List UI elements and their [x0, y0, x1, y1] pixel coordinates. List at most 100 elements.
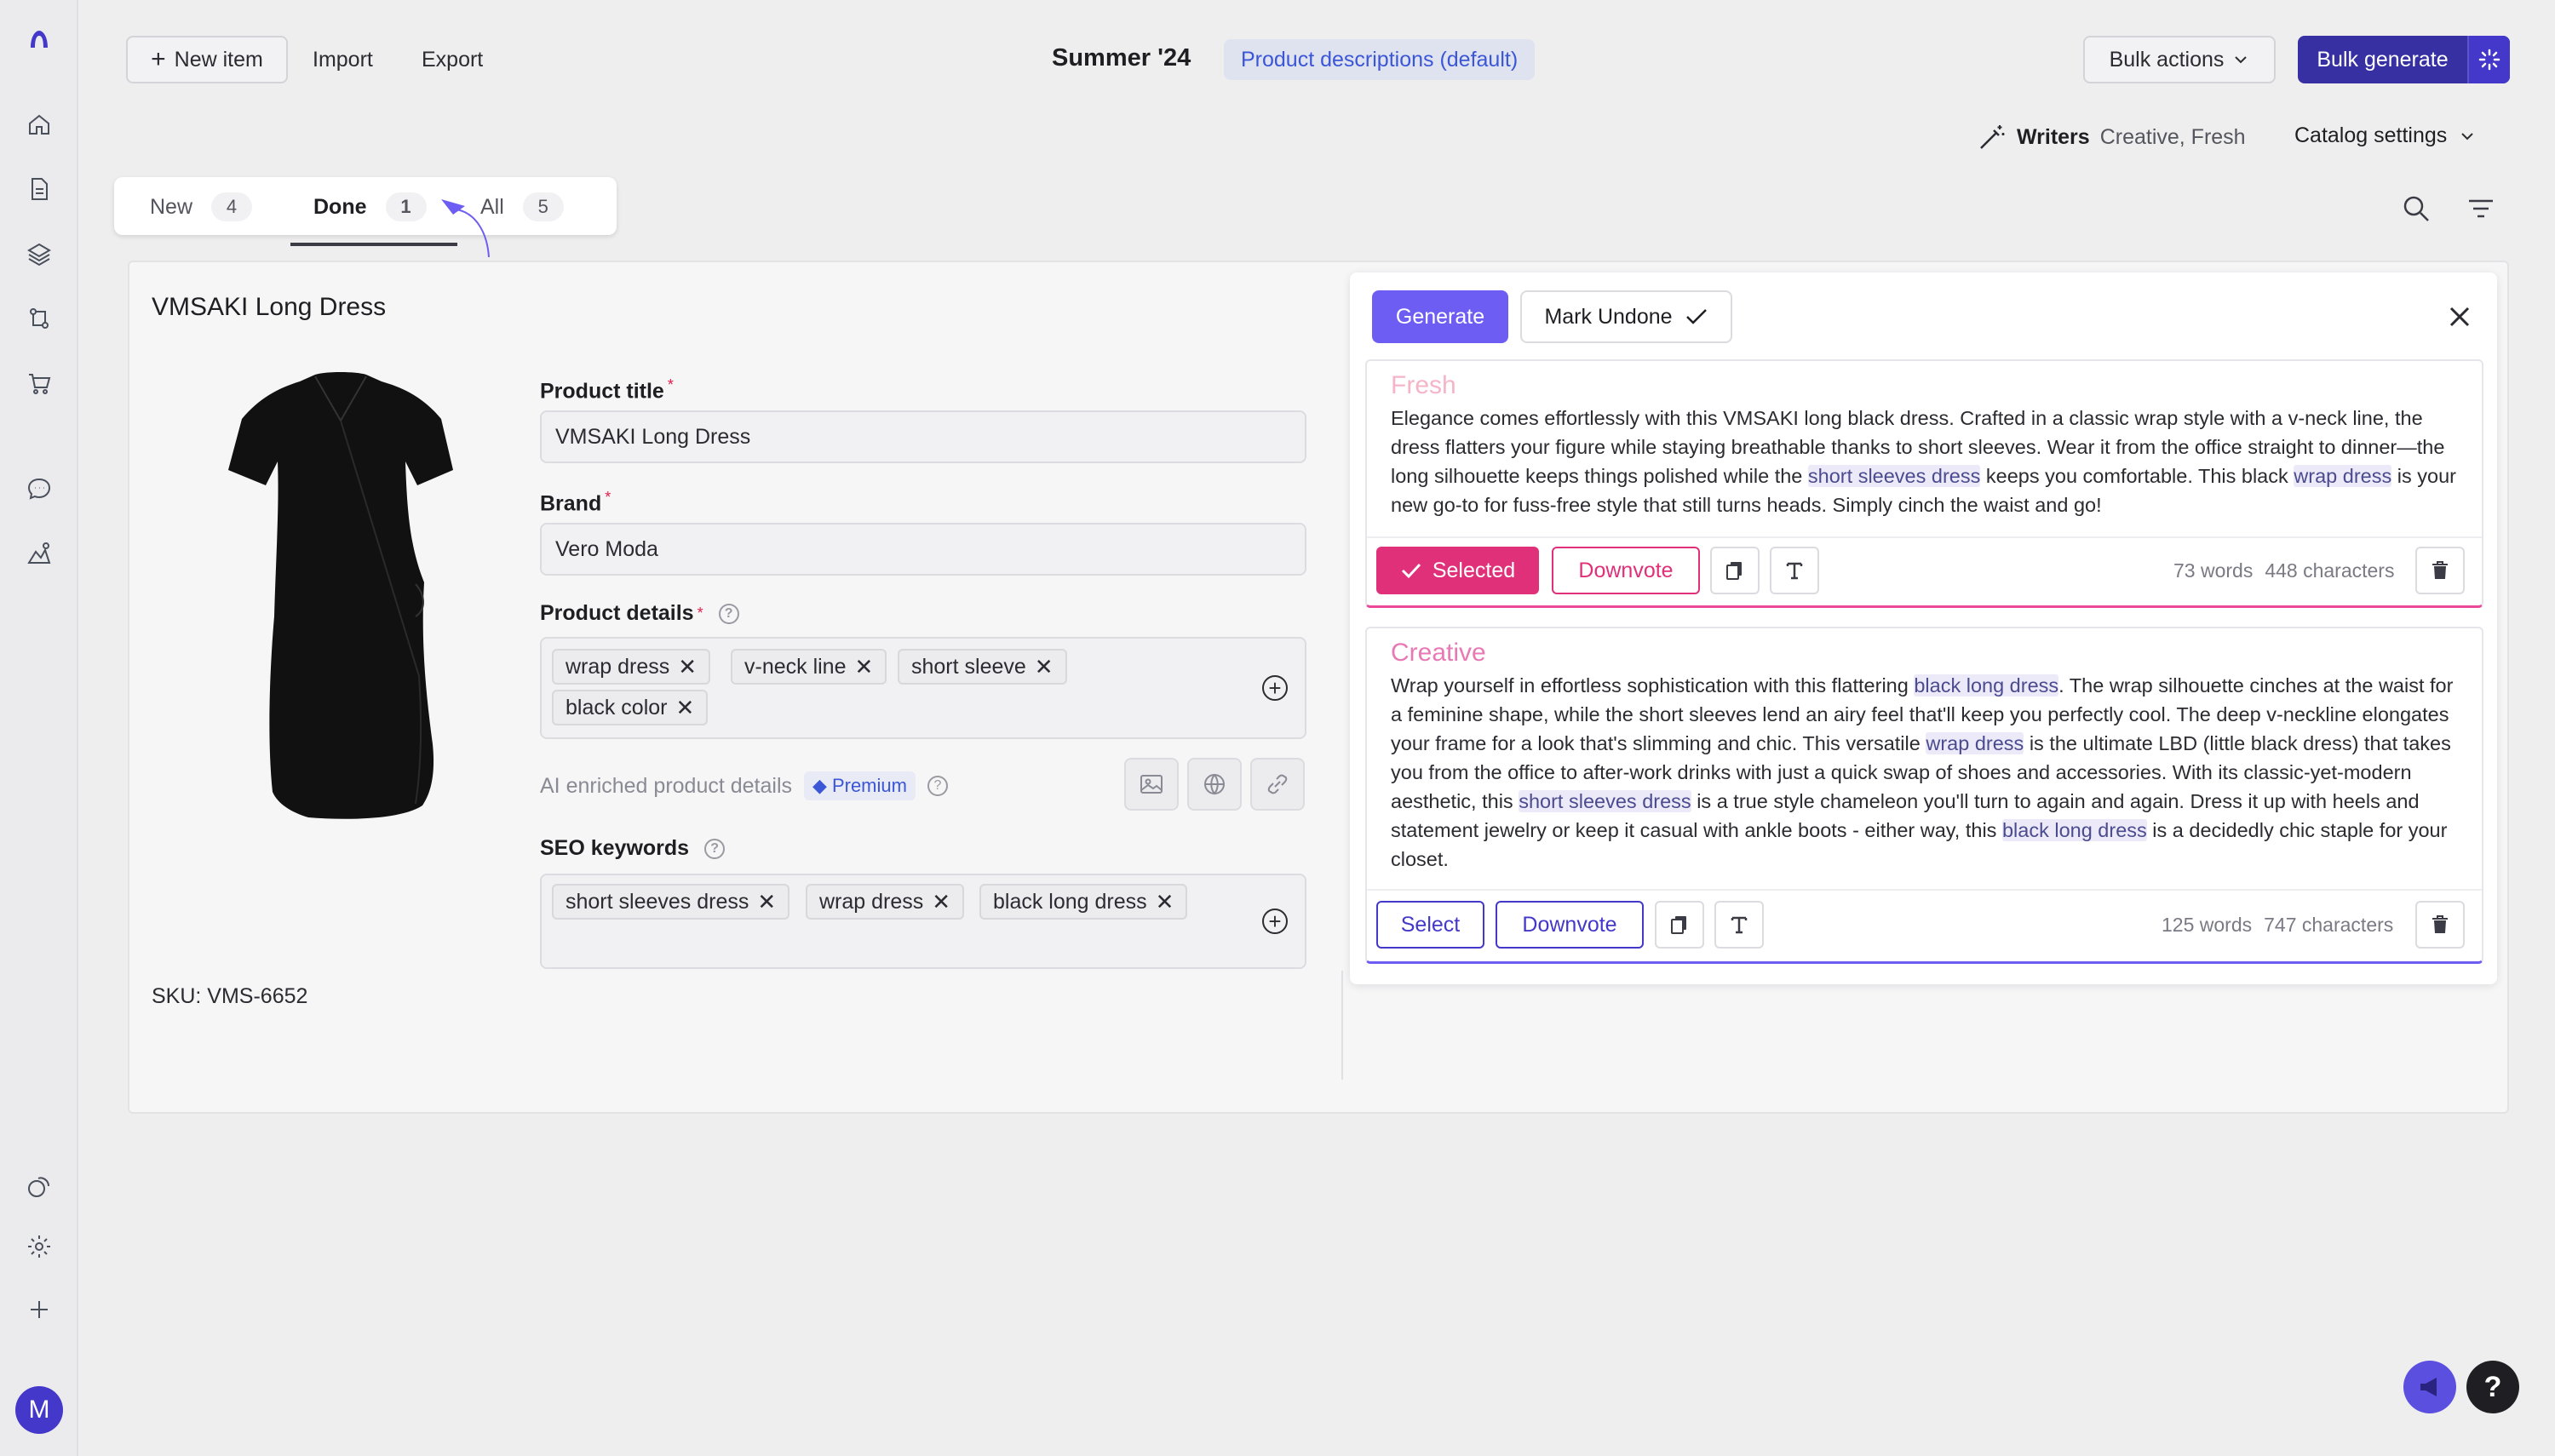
product-title-input[interactable]: VMSAKI Long Dress: [540, 410, 1306, 463]
loading-spinner-icon: [2467, 36, 2510, 83]
bulk-actions-label: Bulk actions: [2109, 47, 2225, 72]
chat-icon[interactable]: [22, 472, 56, 506]
remove-tag-icon[interactable]: ✕: [932, 889, 950, 915]
tag-chip[interactable]: short sleeve ✕: [898, 649, 1067, 685]
help-icon[interactable]: ?: [704, 838, 726, 859]
layers-icon[interactable]: [22, 237, 56, 271]
writers-info[interactable]: Writers Creative, Fresh: [1978, 123, 2246, 152]
support-icon[interactable]: [22, 1170, 56, 1204]
format-text-button[interactable]: [1714, 901, 1764, 949]
avatar[interactable]: M: [15, 1386, 63, 1434]
filter-icon[interactable]: [2466, 196, 2495, 221]
mark-undone-button[interactable]: Mark Undone: [1520, 290, 1732, 343]
link-enrich-button[interactable]: [1250, 758, 1305, 811]
tag-chip[interactable]: wrap dress ✕: [552, 649, 711, 685]
add-keyword-icon[interactable]: +: [1262, 909, 1288, 934]
remove-tag-icon[interactable]: ✕: [678, 654, 697, 680]
option-divider: [1367, 536, 2482, 538]
delete-button[interactable]: [2415, 901, 2465, 949]
tab-all-count: 5: [522, 192, 564, 221]
tag-chip[interactable]: short sleeves dress ✕: [552, 884, 790, 920]
downvote-button[interactable]: Downvote: [1496, 901, 1644, 949]
product-name-heading: VMSAKI Long Dress: [152, 293, 387, 321]
remove-tag-icon[interactable]: ✕: [855, 654, 874, 680]
bulk-generate-button[interactable]: Bulk generate: [2298, 36, 2510, 83]
help-icon[interactable]: ?: [718, 603, 739, 624]
template-badge[interactable]: Product descriptions (default): [1224, 39, 1536, 80]
keyword-highlight: wrap dress: [1926, 732, 2024, 754]
close-panel-button[interactable]: [2444, 301, 2475, 332]
generate-button[interactable]: Generate: [1372, 290, 1508, 343]
help-button[interactable]: ?: [2466, 1361, 2519, 1413]
brand-label: Brand *: [540, 489, 611, 516]
remove-tag-icon[interactable]: ✕: [1035, 654, 1054, 680]
copy-button[interactable]: [1710, 547, 1760, 594]
tag-chip[interactable]: black color ✕: [552, 690, 709, 725]
tag-chip[interactable]: black long dress ✕: [979, 884, 1188, 920]
tab-done[interactable]: Done 1: [313, 192, 427, 221]
bulk-generate-label: Bulk generate: [2317, 47, 2449, 72]
search-icon[interactable]: [2402, 194, 2431, 223]
bulk-actions-button[interactable]: Bulk actions: [2083, 36, 2276, 83]
integrations-icon[interactable]: [22, 301, 56, 335]
web-enrich-button[interactable]: [1187, 758, 1242, 811]
megaphone-icon: [2420, 1378, 2437, 1396]
help-icon[interactable]: ?: [927, 776, 948, 796]
description-text[interactable]: Wrap yourself in effortless sophisticati…: [1391, 671, 2461, 874]
document-icon[interactable]: [22, 172, 56, 206]
description-text[interactable]: Elegance comes effortlessly with this VM…: [1391, 404, 2461, 519]
tab-new-count: 4: [211, 192, 253, 221]
pointer-arrow-icon: [441, 199, 490, 258]
keyword-highlight: short sleeves dress: [1807, 465, 1981, 487]
brand-input[interactable]: Vero Moda: [540, 523, 1306, 576]
tag-chip[interactable]: v-neck line ✕: [731, 649, 887, 685]
select-button[interactable]: Select: [1376, 901, 1484, 949]
writers-label: Writers: [2017, 124, 2090, 149]
format-text-button[interactable]: [1770, 547, 1819, 594]
selected-button[interactable]: Selected: [1376, 547, 1539, 594]
sku-label: SKU: VMS-6652: [152, 984, 308, 1008]
export-button[interactable]: Export: [422, 48, 483, 72]
add-icon[interactable]: [22, 1293, 56, 1327]
remove-tag-icon[interactable]: ✕: [757, 889, 776, 915]
tab-new[interactable]: New 4: [150, 192, 253, 221]
product-details-label: Product details *?: [540, 601, 739, 626]
downvote-button[interactable]: Downvote: [1552, 547, 1700, 594]
tab-new-label: New: [150, 194, 193, 219]
analytics-icon[interactable]: [22, 536, 56, 570]
chevron-down-icon: [2235, 56, 2248, 64]
globe-icon: [1204, 774, 1225, 795]
writer-title: Fresh: [1391, 371, 1456, 399]
writer-title: Creative: [1391, 639, 1486, 667]
word-count: 125 words: [2162, 914, 2253, 936]
import-button[interactable]: Import: [313, 48, 373, 72]
settings-gear-icon[interactable]: [22, 1230, 56, 1264]
chevron-down-icon: [2461, 132, 2473, 140]
trash-icon: [2432, 561, 2448, 579]
mark-undone-label: Mark Undone: [1544, 304, 1673, 329]
new-item-button[interactable]: + New item: [126, 36, 288, 83]
remove-tag-icon[interactable]: ✕: [1156, 889, 1174, 915]
app-logo-icon[interactable]: [22, 22, 56, 56]
cart-icon[interactable]: [22, 366, 56, 400]
active-tab-indicator: [290, 243, 457, 246]
product-image[interactable]: [223, 370, 458, 829]
text-format-icon: [1731, 916, 1748, 934]
tag-chip[interactable]: wrap dress ✕: [806, 884, 965, 920]
copy-button[interactable]: [1655, 901, 1704, 949]
announcements-button[interactable]: [2403, 1361, 2456, 1413]
add-detail-icon[interactable]: +: [1262, 675, 1288, 701]
ai-enriched-label: AI enriched product details: [540, 773, 793, 798]
close-icon: [2449, 307, 2470, 327]
delete-button[interactable]: [2415, 547, 2465, 594]
remove-tag-icon[interactable]: ✕: [676, 695, 695, 721]
home-icon[interactable]: [22, 107, 56, 141]
premium-badge[interactable]: ◆ Premium: [804, 771, 916, 800]
image-enrich-button[interactable]: [1124, 758, 1179, 811]
catalog-settings-dropdown[interactable]: Catalog settings: [2294, 123, 2476, 148]
keyword-highlight: black long dress: [1914, 674, 2059, 696]
tab-done-label: Done: [313, 194, 367, 219]
checkmark-icon: [1685, 309, 1707, 324]
keyword-highlight: wrap dress: [2294, 465, 2392, 487]
checkmark-icon: [1401, 563, 1421, 579]
